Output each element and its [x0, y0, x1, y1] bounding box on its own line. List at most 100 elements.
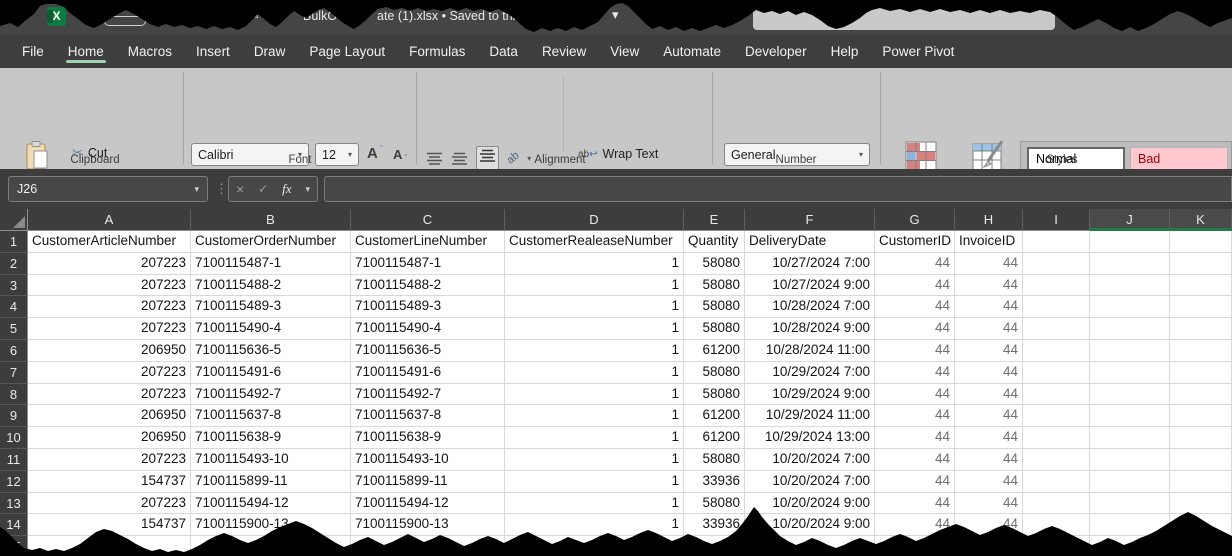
- cell-C9[interactable]: 7100115637-8: [351, 405, 505, 427]
- cell-E1[interactable]: Quantity: [684, 231, 745, 253]
- cell-G2[interactable]: 44: [875, 253, 955, 275]
- bottom-align-button[interactable]: [476, 146, 499, 170]
- cell-A3[interactable]: 207223: [28, 275, 191, 297]
- cell-K11[interactable]: [1170, 449, 1232, 471]
- cell-D5[interactable]: 1: [505, 318, 684, 340]
- cell-J11[interactable]: [1090, 449, 1170, 471]
- cell-I2[interactable]: [1023, 253, 1090, 275]
- cell-J2[interactable]: [1090, 253, 1170, 275]
- cell-K2[interactable]: [1170, 253, 1232, 275]
- row-header-3[interactable]: 3: [0, 275, 28, 297]
- cell-J8[interactable]: [1090, 384, 1170, 406]
- cell-H4[interactable]: 44: [955, 296, 1023, 318]
- cell-D13[interactable]: 1: [505, 493, 684, 515]
- column-header-F[interactable]: F: [745, 209, 875, 231]
- cancel-button[interactable]: ×: [236, 181, 244, 197]
- cell-D11[interactable]: 1: [505, 449, 684, 471]
- cell-D7[interactable]: 1: [505, 362, 684, 384]
- cell-E3[interactable]: 58080: [684, 275, 745, 297]
- cell-I3[interactable]: [1023, 275, 1090, 297]
- column-header-E[interactable]: E: [684, 209, 745, 231]
- cell-D12[interactable]: 1: [505, 471, 684, 493]
- cell-F6[interactable]: 10/28/2024 11:00: [745, 340, 875, 362]
- cell-F5[interactable]: 10/28/2024 9:00: [745, 318, 875, 340]
- cell-E13[interactable]: 58080: [684, 493, 745, 515]
- cell-E9[interactable]: 61200: [684, 405, 745, 427]
- cell-B11[interactable]: 7100115493-10: [191, 449, 351, 471]
- cell-D2[interactable]: 1: [505, 253, 684, 275]
- cell-E4[interactable]: 58080: [684, 296, 745, 318]
- orientation-chevron-icon[interactable]: ▾: [527, 154, 531, 163]
- cell-I1[interactable]: [1023, 231, 1090, 253]
- cell-G9[interactable]: 44: [875, 405, 955, 427]
- tab-macros[interactable]: Macros: [116, 35, 184, 68]
- increase-font-button[interactable]: Aˆ: [367, 145, 383, 162]
- row-header-7[interactable]: 7: [0, 362, 28, 384]
- cell-K9[interactable]: [1170, 405, 1232, 427]
- wrap-text-button[interactable]: ab↩ Wrap Text: [578, 147, 658, 161]
- column-header-K[interactable]: K: [1170, 209, 1232, 231]
- cell-F10[interactable]: 10/29/2024 13:00: [745, 427, 875, 449]
- cell-H14[interactable]: 44: [955, 514, 1023, 536]
- cell-B9[interactable]: 7100115637-8: [191, 405, 351, 427]
- cell-A4[interactable]: 207223: [28, 296, 191, 318]
- cell-A14[interactable]: 154737: [28, 514, 191, 536]
- tab-power-pivot[interactable]: Power Pivot: [870, 35, 966, 68]
- column-header-A[interactable]: A: [28, 209, 191, 231]
- row-header-10[interactable]: 10: [0, 427, 28, 449]
- cell-H9[interactable]: 44: [955, 405, 1023, 427]
- cell-D3[interactable]: 1: [505, 275, 684, 297]
- cell-B5[interactable]: 7100115490-4: [191, 318, 351, 340]
- cell-C7[interactable]: 7100115491-6: [351, 362, 505, 384]
- tab-help[interactable]: Help: [819, 35, 871, 68]
- cell-G12[interactable]: 44: [875, 471, 955, 493]
- cell-K4[interactable]: [1170, 296, 1232, 318]
- formula-input[interactable]: [324, 176, 1232, 202]
- cell-I6[interactable]: [1023, 340, 1090, 362]
- tab-draw[interactable]: Draw: [242, 35, 298, 68]
- cell-H6[interactable]: 44: [955, 340, 1023, 362]
- cell-C6[interactable]: 7100115636-5: [351, 340, 505, 362]
- cell-K7[interactable]: [1170, 362, 1232, 384]
- cell-A5[interactable]: 207223: [28, 318, 191, 340]
- fx-chevron-icon[interactable]: ▾: [305, 184, 310, 195]
- row-header-2[interactable]: 2: [0, 253, 28, 275]
- cell-F1[interactable]: DeliveryDate: [745, 231, 875, 253]
- cell-E7[interactable]: 58080: [684, 362, 745, 384]
- cell-K10[interactable]: [1170, 427, 1232, 449]
- column-header-B[interactable]: B: [191, 209, 351, 231]
- cell-I4[interactable]: [1023, 296, 1090, 318]
- cell-C10[interactable]: 7100115638-9: [351, 427, 505, 449]
- name-box[interactable]: J26 ▾: [8, 176, 208, 202]
- cell-F2[interactable]: 10/27/2024 7:00: [745, 253, 875, 275]
- tab-automate[interactable]: Automate: [651, 35, 733, 68]
- cell-G7[interactable]: 44: [875, 362, 955, 384]
- cell-K1[interactable]: [1170, 231, 1232, 253]
- cell-G8[interactable]: 44: [875, 384, 955, 406]
- cell-C3[interactable]: 7100115488-2: [351, 275, 505, 297]
- cell-B15[interactable]: [191, 536, 351, 556]
- tab-insert[interactable]: Insert: [184, 35, 242, 68]
- select-all-corner[interactable]: [0, 209, 28, 231]
- cell-D4[interactable]: 1: [505, 296, 684, 318]
- cell-I9[interactable]: [1023, 405, 1090, 427]
- cell-C14[interactable]: 7100115900-13: [351, 514, 505, 536]
- cell-F4[interactable]: 10/28/2024 7:00: [745, 296, 875, 318]
- tab-review[interactable]: Review: [530, 35, 598, 68]
- cell-G13[interactable]: 44: [875, 493, 955, 515]
- cell-J3[interactable]: [1090, 275, 1170, 297]
- cell-A6[interactable]: 206950: [28, 340, 191, 362]
- column-header-J[interactable]: J: [1090, 209, 1170, 231]
- cell-J7[interactable]: [1090, 362, 1170, 384]
- row-header-8[interactable]: 8: [0, 384, 28, 406]
- cell-K14[interactable]: [1170, 514, 1232, 536]
- cell-D15[interactable]: [505, 536, 684, 556]
- cell-H1[interactable]: InvoiceID: [955, 231, 1023, 253]
- row-header-15[interactable]: 15: [0, 536, 28, 556]
- cell-I14[interactable]: [1023, 514, 1090, 536]
- row-header-11[interactable]: 11: [0, 449, 28, 471]
- cell-E15[interactable]: [684, 536, 745, 556]
- title-dropdown-chevron-icon[interactable]: ▾: [612, 7, 619, 23]
- cell-D9[interactable]: 1: [505, 405, 684, 427]
- cell-J1[interactable]: [1090, 231, 1170, 253]
